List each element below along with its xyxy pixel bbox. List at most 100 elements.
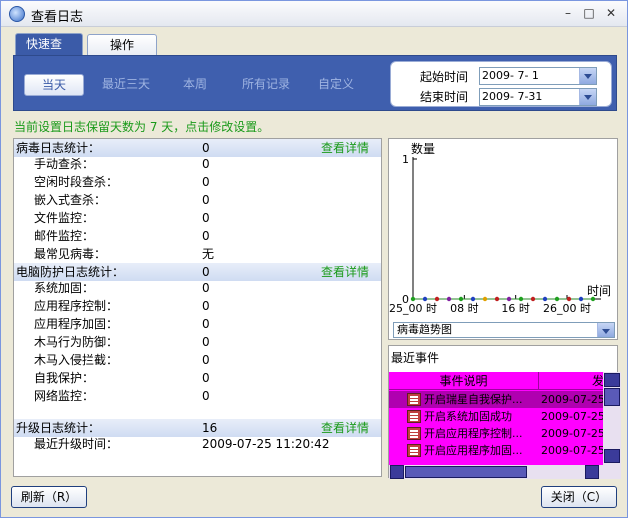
recent-events-panel: 最近事件 事件说明 发 开启瑞星自我保护... 2009-07-25 开启系统加… [388,345,621,479]
table-row[interactable]: 开启系统加固成功 2009-07-25 [389,408,605,425]
stat-value: 0 [202,281,210,295]
end-date-select[interactable]: 2009- 7-31 [479,88,597,106]
event-description: 开启系统加固成功 [424,410,512,423]
events-table: 事件说明 发 开启瑞星自我保护... 2009-07-25 开启系统加固成功 2… [389,372,621,479]
stat-value: 2009-07-25 11:20:42 [202,437,330,451]
stat-label: 嵌入式查杀： [34,193,107,207]
chart-axes [412,157,601,300]
stat-value: 0 [202,211,210,225]
trend-chart: 数量 时间 01 25_00 时 08 时 16 时 26_00 时 [389,141,611,315]
chart-x-tick-label: 16 时 [501,302,530,315]
range-all-records-button[interactable]: 所有记录 [234,74,298,96]
chart-point [458,296,464,302]
stat-label: 系统加固： [34,281,95,295]
chart-point [554,296,560,302]
stat-label: 应用程序加固： [34,317,119,331]
chart-point [566,296,572,302]
scroll-up-icon[interactable] [604,373,620,387]
window-title: 查看日志 [31,10,84,25]
close-button[interactable]: 关闭（C） [541,486,617,508]
chart-type-select[interactable]: 病毒趋势图 [393,322,615,338]
chart-x-tick-label: 26_00 时 [543,302,591,315]
maximize-icon[interactable]: □ [580,5,598,21]
column-header-description[interactable]: 事件说明 [389,372,539,390]
end-time-label: 结束时间 [420,90,469,104]
app-logo-icon [9,6,25,22]
start-date-value: 2009- 7- 1 [482,69,539,82]
stat-row: 木马入侵拦截： 0 [14,351,381,369]
stat-label: 空闲时段查杀： [34,175,119,189]
scroll-thumb[interactable] [604,388,620,406]
stat-label: 最近升级时间： [34,437,119,451]
stat-label: 应用程序控制： [34,299,119,313]
stat-row: 应用程序加固： 0 [14,315,381,333]
log-viewer-window: 查看日志 – □ ✕ 快速查看 操作 当天 最近三天 本周 所有记录 自定义 起… [0,0,628,518]
range-custom-button[interactable]: 自定义 [310,74,362,96]
stat-label: 木马入侵拦截： [34,353,119,367]
stat-row: 木马行为防御： 0 [14,333,381,351]
stat-label: 手动查杀： [34,157,95,171]
tab-quick-view[interactable]: 快速查看 [15,33,83,71]
stat-value: 0 [202,157,210,171]
log-entry-icon [407,427,421,440]
stat-row: 自我保护： 0 [14,369,381,387]
scroll-left-icon[interactable] [390,465,404,479]
stat-label: 网络监控： [34,389,95,403]
retention-notice-link[interactable]: 当前设置日志保留天数为 7 天，点击修改设置。 [14,118,269,135]
end-date-value: 2009- 7-31 [482,90,543,103]
range-this-week-button[interactable]: 本周 [170,74,220,96]
stat-label: 木马行为防御： [34,335,119,349]
vertical-scrollbar[interactable] [603,372,621,479]
stat-row: 文件监控： 0 [14,209,381,227]
scroll-right-icon[interactable] [585,465,599,479]
event-date: 2009-07-25 [541,410,605,423]
event-date: 2009-07-25 [541,427,605,440]
horizontal-scrollbar[interactable] [389,465,603,479]
stat-row: 嵌入式查杀： 0 [14,191,381,209]
stat-value: 无 [202,247,215,261]
stat-row: 最近升级时间： 2009-07-25 11:20:42 [14,435,381,453]
stat-row: 最常见病毒： 无 [14,245,381,263]
refresh-button[interactable]: 刷新（R） [11,486,87,508]
stat-value: 0 [202,229,210,243]
stat-row: 系统加固： 0 [14,279,381,297]
stat-label: 文件监控： [34,211,95,225]
start-date-select[interactable]: 2009- 7- 1 [479,67,597,85]
range-today-button[interactable]: 当天 [24,74,84,96]
table-row[interactable]: 开启瑞星自我保护... 2009-07-25 [389,391,605,408]
scroll-thumb[interactable] [405,466,527,478]
chart-point [590,296,596,302]
log-entry-icon [407,444,421,457]
scroll-down-icon[interactable] [604,449,620,463]
start-time-label: 起始时间 [420,70,469,84]
chevron-down-icon[interactable] [597,323,614,337]
stat-value: 0 [202,389,210,403]
event-date: 2009-07-25 [541,444,605,457]
chart-point [518,296,524,302]
chart-x-label: 时间 [587,284,611,298]
chevron-down-icon[interactable] [579,89,596,105]
minimize-icon[interactable]: – [559,5,577,21]
range-last-3-days-button[interactable]: 最近三天 [94,74,158,96]
close-icon[interactable]: ✕ [602,5,620,21]
tab-operations[interactable]: 操作 [87,34,157,56]
table-row[interactable]: 开启应用程序加固... 2009-07-25 [389,442,605,459]
chart-y-label: 数量 [411,141,435,156]
chart-point [446,296,452,302]
stat-row: 网络监控： 0 [14,387,381,405]
chart-point [506,296,512,302]
chart-point [578,296,584,302]
recent-events-title: 最近事件 [391,351,440,365]
event-description: 开启应用程序加固... [424,444,523,457]
title-bar[interactable]: 查看日志 – □ ✕ [1,1,627,27]
stat-value: 0 [202,371,210,385]
log-entry-icon [407,393,421,406]
chart-x-ticks: 25_00 时 08 时 16 时 26_00 时 [389,295,591,315]
stat-label: 最常见病毒： [34,247,107,261]
stat-row: 空闲时段查杀： 0 [14,173,381,191]
filter-panel: 当天 最近三天 本周 所有记录 自定义 起始时间 2009- 7- 1 结束时间… [13,55,617,111]
event-date: 2009-07-25 [541,393,605,406]
table-row[interactable]: 开启应用程序控制... 2009-07-25 [389,425,605,442]
stat-label: 自我保护： [34,371,95,385]
chevron-down-icon[interactable] [579,68,596,84]
